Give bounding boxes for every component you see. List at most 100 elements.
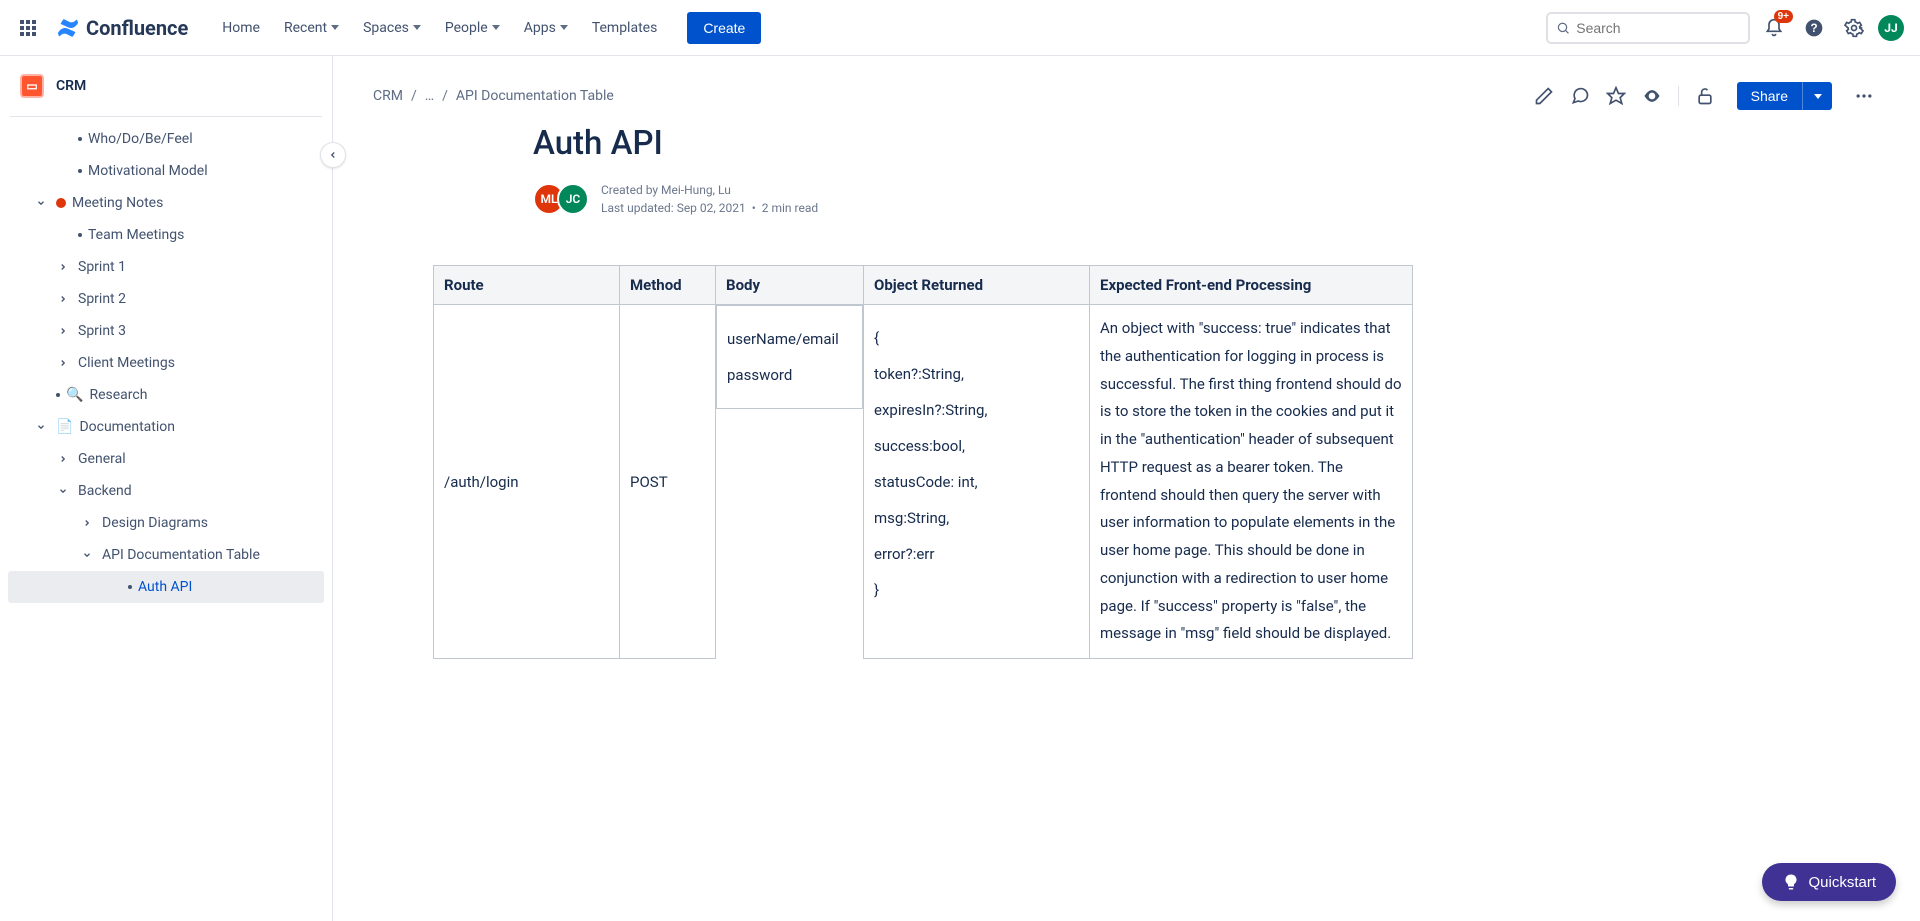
- pencil-icon: [1534, 86, 1554, 106]
- sidebar-tree[interactable]: Who/Do/Be/Feel Motivational Model Meeting…: [0, 123, 332, 921]
- watch-button[interactable]: [1636, 80, 1668, 112]
- search-icon: [1556, 20, 1570, 36]
- brand-name: Confluence: [86, 16, 188, 40]
- bullet-icon: [78, 233, 82, 237]
- notifications-badge: 9+: [1774, 10, 1793, 23]
- chevron-right-icon[interactable]: [54, 322, 72, 340]
- nav-items: Home Recent Spaces People Apps Templates: [212, 12, 667, 44]
- chevron-down-icon[interactable]: [54, 482, 72, 500]
- content: Auth API ML JC Created by Mei-Hung, Lu L…: [333, 124, 1920, 699]
- th-method: Method: [620, 266, 716, 305]
- collapse-sidebar-button[interactable]: [320, 142, 346, 168]
- chevron-down-icon[interactable]: [32, 194, 50, 212]
- chevron-right-icon[interactable]: [54, 450, 72, 468]
- help-button[interactable]: ?: [1798, 12, 1830, 44]
- page-icon: 📄: [56, 419, 73, 435]
- sidebar-item[interactable]: 📄 Documentation: [8, 411, 324, 443]
- page-icon: 🔍: [66, 387, 83, 403]
- avatar-stack[interactable]: ML JC: [533, 183, 589, 215]
- sidebar-item[interactable]: Auth API: [8, 571, 324, 603]
- nav-spaces[interactable]: Spaces: [353, 12, 431, 44]
- sidebar-item-label: API Documentation Table: [102, 547, 318, 563]
- sidebar-item-label: Auth API: [138, 579, 318, 595]
- breadcrumb-leaf[interactable]: API Documentation Table: [456, 88, 614, 104]
- chevron-down-icon[interactable]: [32, 418, 50, 436]
- sidebar-item[interactable]: API Documentation Table: [8, 539, 324, 571]
- sidebar-item[interactable]: Team Meetings: [8, 219, 324, 251]
- unlock-icon: [1695, 86, 1715, 106]
- sidebar-item[interactable]: Design Diagrams: [8, 507, 324, 539]
- sidebar-item[interactable]: Motivational Model: [8, 155, 324, 187]
- th-processing: Expected Front-end Processing: [1090, 266, 1413, 305]
- sidebar-item[interactable]: Meeting Notes: [8, 187, 324, 219]
- notifications-button[interactable]: 9+: [1758, 12, 1790, 44]
- comments-button[interactable]: [1564, 80, 1596, 112]
- user-avatar[interactable]: JJ: [1878, 15, 1904, 41]
- nav-apps[interactable]: Apps: [514, 12, 578, 44]
- breadcrumb-root[interactable]: CRM: [373, 88, 403, 104]
- restrictions-button[interactable]: [1689, 80, 1721, 112]
- settings-button[interactable]: [1838, 12, 1870, 44]
- sidebar-item[interactable]: Who/Do/Be/Feel: [8, 123, 324, 155]
- confluence-logo[interactable]: Confluence: [56, 16, 188, 40]
- breadcrumb-mid[interactable]: …: [425, 88, 434, 104]
- chevron-right-icon[interactable]: [78, 514, 96, 532]
- quickstart-button[interactable]: Quickstart: [1762, 863, 1896, 901]
- byline-text: Created by Mei-Hung, Lu Last updated: Se…: [601, 181, 818, 217]
- sidebar-item[interactable]: Client Meetings: [8, 347, 324, 379]
- quickstart-label: Quickstart: [1808, 874, 1876, 891]
- page-title: Auth API: [533, 124, 1800, 163]
- svg-text:?: ?: [1810, 22, 1817, 35]
- chevron-down-icon: [560, 25, 568, 30]
- search-box[interactable]: [1546, 12, 1750, 44]
- chevron-down-icon: [331, 25, 339, 30]
- help-icon: ?: [1804, 18, 1824, 38]
- sidebar-item[interactable]: 🔍Research: [8, 379, 324, 411]
- lightbulb-icon: [1782, 873, 1800, 891]
- breadcrumb-sep: /: [442, 88, 448, 104]
- sidebar-item[interactable]: Sprint 1: [8, 251, 324, 283]
- apps-switcher[interactable]: [16, 16, 40, 40]
- search-input[interactable]: [1576, 20, 1740, 36]
- nav-right: 9+ ? JJ: [1546, 12, 1904, 44]
- space-icon: ▭: [20, 74, 44, 98]
- sidebar-item[interactable]: Backend: [8, 475, 324, 507]
- sidebar-item[interactable]: Sprint 3: [8, 315, 324, 347]
- th-route: Route: [434, 266, 620, 305]
- sidebar-item-label: Documentation: [79, 419, 318, 435]
- chevron-down-icon: [1814, 94, 1822, 99]
- chevron-right-icon[interactable]: [54, 290, 72, 308]
- table-row: /auth/login POST userName/email password…: [434, 305, 1413, 659]
- more-icon: [1854, 86, 1874, 106]
- td-route: /auth/login: [434, 305, 620, 659]
- star-button[interactable]: [1600, 80, 1632, 112]
- chevron-down-icon[interactable]: [78, 546, 96, 564]
- api-table: Route Method Body Object Returned Expect…: [433, 265, 1413, 659]
- edit-button[interactable]: [1528, 80, 1560, 112]
- main-content: CRM / … / API Documentation Table Share: [333, 56, 1920, 921]
- sidebar-item[interactable]: Sprint 2: [8, 283, 324, 315]
- gear-icon: [1844, 18, 1864, 38]
- nav-people[interactable]: People: [435, 12, 510, 44]
- share-dropdown-button[interactable]: [1802, 82, 1832, 110]
- nav-templates[interactable]: Templates: [582, 12, 668, 44]
- space-header[interactable]: ▭ CRM: [0, 56, 332, 116]
- sidebar-item-label: Motivational Model: [88, 163, 318, 179]
- nav-home[interactable]: Home: [212, 12, 270, 44]
- sidebar-item-label: Meeting Notes: [72, 195, 318, 211]
- more-actions-button[interactable]: [1848, 80, 1880, 112]
- chevron-right-icon[interactable]: [54, 258, 72, 276]
- avatar[interactable]: JC: [557, 183, 589, 215]
- top-nav: Confluence Home Recent Spaces People App…: [0, 0, 1920, 56]
- byline: ML JC Created by Mei-Hung, Lu Last updat…: [533, 181, 1800, 217]
- sidebar-item[interactable]: General: [8, 443, 324, 475]
- chevron-right-icon[interactable]: [54, 354, 72, 372]
- eye-icon: [1642, 86, 1662, 106]
- share-button[interactable]: Share: [1737, 82, 1802, 110]
- breadcrumb: CRM / … / API Documentation Table: [373, 88, 614, 104]
- sidebar-item-label: Sprint 2: [78, 291, 318, 307]
- comment-icon: [1570, 86, 1590, 106]
- create-button[interactable]: Create: [687, 12, 761, 44]
- sidebar-item-label: General: [78, 451, 318, 467]
- nav-recent[interactable]: Recent: [274, 12, 349, 44]
